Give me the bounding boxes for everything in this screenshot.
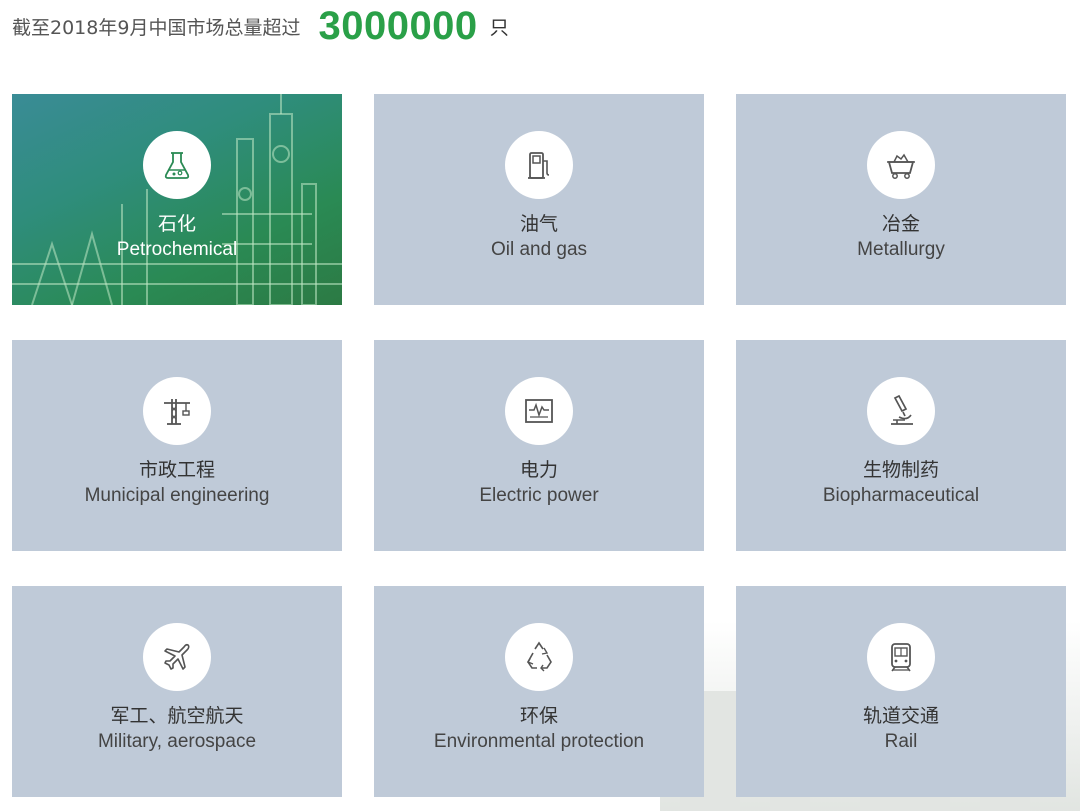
recycle-icon (526, 641, 552, 672)
crane-icon (164, 399, 190, 425)
industry-card-military-aerospace[interactable]: 军工、航空航天 Military, aerospace (12, 586, 342, 797)
card-title-en: Metallurgy (857, 239, 945, 260)
microscope-icon-circle (867, 377, 935, 445)
card-title-en: Environmental protection (433, 731, 645, 752)
industry-card-environmental[interactable]: 环保 Environmental protection (374, 586, 704, 797)
airplane-icon (164, 643, 190, 670)
card-title-cn: 轨道交通 (862, 705, 939, 727)
market-total-headline: 截至2018年9月中国市场总量超过 3000000 只 (12, 4, 509, 48)
crane-icon-circle (143, 377, 211, 445)
market-total-number: 3000000 (318, 3, 478, 48)
card-title-cn: 环保 (519, 705, 558, 727)
fuel-pump-icon-circle (505, 131, 573, 199)
mine-cart-icon-circle (867, 131, 935, 199)
mine-cart-icon (887, 153, 915, 179)
headline-unit: 只 (489, 16, 509, 39)
flask-icon (164, 152, 190, 179)
fuel-pump-icon (528, 152, 550, 179)
card-title-en: Rail (884, 731, 918, 752)
card-title-en: Petrochemical (116, 239, 238, 260)
card-title-cn: 电力 (519, 459, 558, 481)
card-title-en: Electric power (479, 485, 599, 506)
card-title-cn: 油气 (519, 213, 558, 235)
card-title-en: Oil and gas (490, 239, 588, 260)
card-title-en: Municipal engineering (84, 485, 270, 506)
microscope-icon (891, 394, 913, 425)
industry-card-petrochemical[interactable]: 石化 Petrochemical (12, 94, 342, 305)
industry-card-oil-gas[interactable]: 油气 Oil and gas (374, 94, 704, 305)
page: 截至2018年9月中国市场总量超过 3000000 只 石化 Petrochem… (0, 0, 1080, 811)
train-icon-circle (867, 623, 935, 691)
card-title-cn: 市政工程 (138, 459, 215, 481)
flask-icon-circle (143, 131, 211, 199)
industry-card-rail[interactable]: 轨道交通 Rail (736, 586, 1066, 797)
card-title-cn: 生物制药 (862, 459, 939, 481)
industry-card-metallurgy[interactable]: 冶金 Metallurgy (736, 94, 1066, 305)
card-title-en: Military, aerospace (97, 731, 257, 752)
airplane-icon-circle (143, 623, 211, 691)
power-monitor-icon (525, 399, 553, 423)
card-title-cn: 军工、航空航天 (110, 705, 244, 727)
card-title-en: Biopharmaceutical (822, 485, 980, 506)
industry-card-municipal[interactable]: 市政工程 Municipal engineering (12, 340, 342, 551)
recycle-icon-circle (505, 623, 573, 691)
card-title-cn: 石化 (157, 213, 196, 235)
card-title-cn: 冶金 (881, 213, 920, 235)
headline-prefix: 截至2018年9月中国市场总量超过 (12, 16, 301, 39)
refinery-background-art (12, 94, 342, 305)
power-monitor-icon-circle (505, 377, 573, 445)
industry-card-biopharma[interactable]: 生物制药 Biopharmaceutical (736, 340, 1066, 551)
industry-card-electric-power[interactable]: 电力 Electric power (374, 340, 704, 551)
train-icon (891, 643, 911, 672)
